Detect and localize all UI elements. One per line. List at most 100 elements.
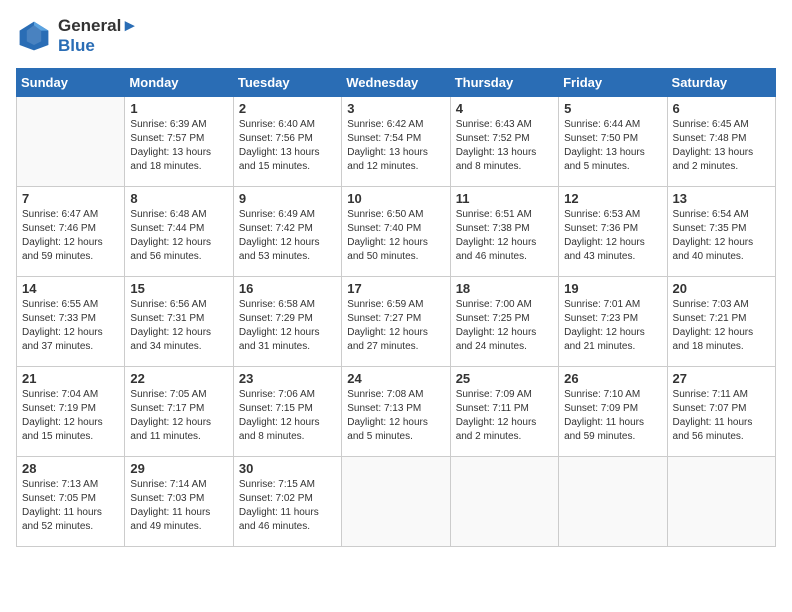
weekday-header-saturday: Saturday xyxy=(667,69,775,97)
calendar-cell: 17 Sunrise: 6:59 AMSunset: 7:27 PMDayligh… xyxy=(342,277,450,367)
day-number: 6 xyxy=(673,101,770,116)
day-number: 11 xyxy=(456,191,553,206)
cell-info: Sunrise: 7:10 AMSunset: 7:09 PMDaylight:… xyxy=(564,388,661,444)
day-number: 12 xyxy=(564,191,661,206)
cell-info: Sunrise: 7:00 AMSunset: 7:25 PMDaylight:… xyxy=(456,298,553,354)
calendar-cell: 16 Sunrise: 6:58 AMSunset: 7:29 PMDayligh… xyxy=(233,277,341,367)
logo-icon xyxy=(16,18,52,54)
calendar-week-0: 1 Sunrise: 6:39 AMSunset: 7:57 PMDaylight… xyxy=(17,97,776,187)
calendar-cell: 23Sunrise: 7:06 AMSunset: 7:15 PMDayligh… xyxy=(233,367,341,457)
cell-info: Sunrise: 7:01 AMSunset: 7:23 PMDaylight:… xyxy=(564,298,661,354)
calendar-cell: 10 Sunrise: 6:50 AMSunset: 7:40 PMDayligh… xyxy=(342,187,450,277)
calendar-cell: 6 Sunrise: 6:45 AMSunset: 7:48 PMDaylight… xyxy=(667,97,775,187)
logo: General► Blue xyxy=(16,16,138,56)
logo-text: General► Blue xyxy=(58,16,138,56)
cell-info: Sunrise: 6:51 AMSunset: 7:38 PMDaylight:… xyxy=(456,208,553,264)
day-number: 18 xyxy=(456,281,553,296)
calendar-cell: 2Sunrise: 6:40 AMSunset: 7:56 PMDaylight… xyxy=(233,97,341,187)
calendar-cell: 5 Sunrise: 6:44 AMSunset: 7:50 PMDaylight… xyxy=(559,97,667,187)
weekday-header-friday: Friday xyxy=(559,69,667,97)
day-number: 17 xyxy=(347,281,444,296)
day-number: 10 xyxy=(347,191,444,206)
calendar-cell: 7 Sunrise: 6:47 AMSunset: 7:46 PMDaylight… xyxy=(17,187,125,277)
day-number: 20 xyxy=(673,281,770,296)
day-number: 3 xyxy=(347,101,444,116)
calendar-cell: 11 Sunrise: 6:51 AMSunset: 7:38 PMDayligh… xyxy=(450,187,558,277)
day-number: 19 xyxy=(564,281,661,296)
calendar-cell xyxy=(667,457,775,547)
calendar-cell: 20 Sunrise: 7:03 AMSunset: 7:21 PMDayligh… xyxy=(667,277,775,367)
cell-info: Sunrise: 7:04 AMSunset: 7:19 PMDaylight:… xyxy=(22,388,119,444)
cell-info: Sunrise: 7:13 AMSunset: 7:05 PMDaylight:… xyxy=(22,478,119,534)
calendar-cell: 28 Sunrise: 7:13 AMSunset: 7:05 PMDayligh… xyxy=(17,457,125,547)
day-number: 4 xyxy=(456,101,553,116)
cell-info: Sunrise: 6:58 AMSunset: 7:29 PMDaylight:… xyxy=(239,298,336,354)
calendar-cell: 25Sunrise: 7:09 AMSunset: 7:11 PMDayligh… xyxy=(450,367,558,457)
calendar-cell: 30 Sunrise: 7:15 AMSunset: 7:02 PMDayligh… xyxy=(233,457,341,547)
day-number: 2 xyxy=(239,101,336,116)
day-number: 25 xyxy=(456,371,553,386)
weekday-header-thursday: Thursday xyxy=(450,69,558,97)
day-number: 1 xyxy=(130,101,227,116)
calendar-cell: 15 Sunrise: 6:56 AMSunset: 7:31 PMDayligh… xyxy=(125,277,233,367)
weekday-header-sunday: Sunday xyxy=(17,69,125,97)
calendar-cell: 1 Sunrise: 6:39 AMSunset: 7:57 PMDaylight… xyxy=(125,97,233,187)
cell-info: Sunrise: 6:53 AMSunset: 7:36 PMDaylight:… xyxy=(564,208,661,264)
cell-info: Sunrise: 6:55 AMSunset: 7:33 PMDaylight:… xyxy=(22,298,119,354)
cell-info: Sunrise: 6:54 AMSunset: 7:35 PMDaylight:… xyxy=(673,208,770,264)
cell-info: Sunrise: 6:44 AMSunset: 7:50 PMDaylight:… xyxy=(564,118,661,174)
cell-info: Sunrise: 6:47 AMSunset: 7:46 PMDaylight:… xyxy=(22,208,119,264)
calendar-header: SundayMondayTuesdayWednesdayThursdayFrid… xyxy=(17,69,776,97)
calendar-cell xyxy=(559,457,667,547)
calendar-week-4: 28 Sunrise: 7:13 AMSunset: 7:05 PMDayligh… xyxy=(17,457,776,547)
day-number: 21 xyxy=(22,371,119,386)
day-number: 5 xyxy=(564,101,661,116)
day-number: 22 xyxy=(130,371,227,386)
day-number: 16 xyxy=(239,281,336,296)
calendar-cell: 26 Sunrise: 7:10 AMSunset: 7:09 PMDayligh… xyxy=(559,367,667,457)
calendar-cell: 29Sunrise: 7:14 AMSunset: 7:03 PMDayligh… xyxy=(125,457,233,547)
cell-info: Sunrise: 6:39 AMSunset: 7:57 PMDaylight:… xyxy=(130,118,227,174)
weekday-header-monday: Monday xyxy=(125,69,233,97)
cell-info: Sunrise: 6:45 AMSunset: 7:48 PMDaylight:… xyxy=(673,118,770,174)
day-number: 30 xyxy=(239,461,336,476)
cell-info: Sunrise: 7:03 AMSunset: 7:21 PMDaylight:… xyxy=(673,298,770,354)
cell-info: Sunrise: 7:08 AMSunset: 7:13 PMDaylight:… xyxy=(347,388,444,444)
cell-info: Sunrise: 6:50 AMSunset: 7:40 PMDaylight:… xyxy=(347,208,444,264)
calendar-cell: 24 Sunrise: 7:08 AMSunset: 7:13 PMDayligh… xyxy=(342,367,450,457)
calendar-week-3: 21 Sunrise: 7:04 AMSunset: 7:19 PMDayligh… xyxy=(17,367,776,457)
cell-info: Sunrise: 6:43 AMSunset: 7:52 PMDaylight:… xyxy=(456,118,553,174)
calendar-cell: 19 Sunrise: 7:01 AMSunset: 7:23 PMDayligh… xyxy=(559,277,667,367)
calendar-cell: 8Sunrise: 6:48 AMSunset: 7:44 PMDaylight… xyxy=(125,187,233,277)
calendar-cell: 12 Sunrise: 6:53 AMSunset: 7:36 PMDayligh… xyxy=(559,187,667,277)
calendar-cell: 3Sunrise: 6:42 AMSunset: 7:54 PMDaylight… xyxy=(342,97,450,187)
calendar-week-1: 7 Sunrise: 6:47 AMSunset: 7:46 PMDaylight… xyxy=(17,187,776,277)
calendar-table: SundayMondayTuesdayWednesdayThursdayFrid… xyxy=(16,68,776,547)
calendar-cell: 14 Sunrise: 6:55 AMSunset: 7:33 PMDayligh… xyxy=(17,277,125,367)
calendar-cell xyxy=(17,97,125,187)
day-number: 7 xyxy=(22,191,119,206)
calendar-cell: 9Sunrise: 6:49 AMSunset: 7:42 PMDaylight… xyxy=(233,187,341,277)
calendar-week-2: 14 Sunrise: 6:55 AMSunset: 7:33 PMDayligh… xyxy=(17,277,776,367)
weekday-header-wednesday: Wednesday xyxy=(342,69,450,97)
day-number: 24 xyxy=(347,371,444,386)
weekday-header-tuesday: Tuesday xyxy=(233,69,341,97)
calendar-cell xyxy=(342,457,450,547)
day-number: 14 xyxy=(22,281,119,296)
calendar-cell: 22 Sunrise: 7:05 AMSunset: 7:17 PMDayligh… xyxy=(125,367,233,457)
calendar-cell: 4 Sunrise: 6:43 AMSunset: 7:52 PMDaylight… xyxy=(450,97,558,187)
cell-info: Sunrise: 6:56 AMSunset: 7:31 PMDaylight:… xyxy=(130,298,227,354)
cell-info: Sunrise: 7:05 AMSunset: 7:17 PMDaylight:… xyxy=(130,388,227,444)
calendar-cell: 21 Sunrise: 7:04 AMSunset: 7:19 PMDayligh… xyxy=(17,367,125,457)
calendar-cell xyxy=(450,457,558,547)
day-number: 15 xyxy=(130,281,227,296)
page-header: General► Blue xyxy=(16,16,776,56)
day-number: 28 xyxy=(22,461,119,476)
cell-info: Sunrise: 7:15 AMSunset: 7:02 PMDaylight:… xyxy=(239,478,336,534)
calendar-cell: 13 Sunrise: 6:54 AMSunset: 7:35 PMDayligh… xyxy=(667,187,775,277)
day-number: 13 xyxy=(673,191,770,206)
cell-info: Sunrise: 6:59 AMSunset: 7:27 PMDaylight:… xyxy=(347,298,444,354)
day-number: 26 xyxy=(564,371,661,386)
day-number: 23 xyxy=(239,371,336,386)
calendar-cell: 18 Sunrise: 7:00 AMSunset: 7:25 PMDayligh… xyxy=(450,277,558,367)
